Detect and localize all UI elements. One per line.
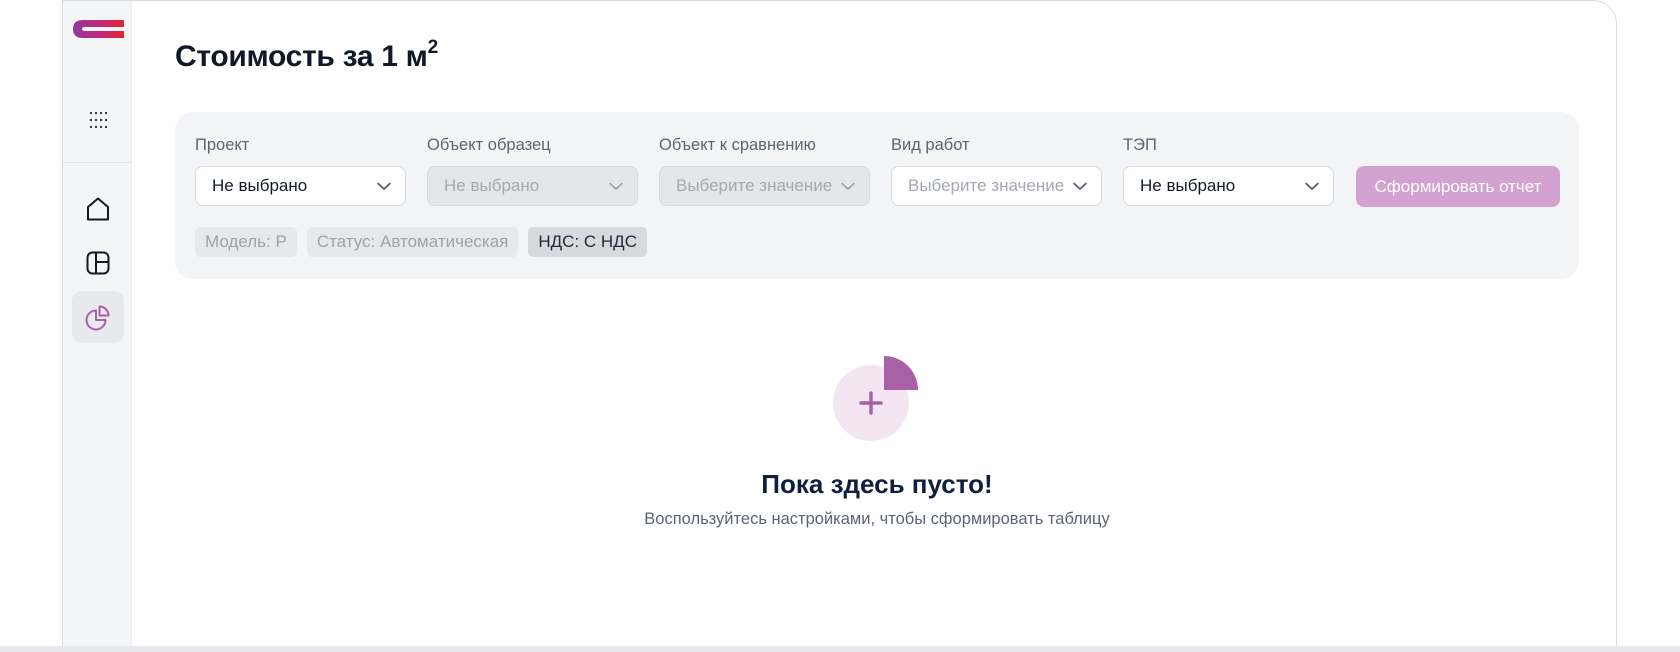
page-title-text: Стоимость за 1 м: [175, 40, 428, 73]
tag-vat[interactable]: НДС: С НДС: [528, 227, 647, 257]
filter-tep: ТЭП Не выбрано: [1123, 134, 1334, 206]
filter-compare-object-select[interactable]: Выберите значение: [659, 166, 870, 206]
sidebar: [63, 1, 132, 651]
filter-project-value: Не выбрано: [212, 176, 308, 195]
empty-state: Пока здесь пусто! Воспользуйтесь настрой…: [175, 351, 1579, 529]
filter-work-type-label: Вид работ: [891, 136, 970, 154]
generate-report-button[interactable]: Сформировать отчет: [1356, 166, 1560, 207]
main-content: Стоимость за 1 м2 Проект Не выбрано Объе…: [132, 1, 1616, 651]
page-title-superscript: 2: [427, 37, 439, 58]
filter-tep-label: ТЭП: [1123, 136, 1157, 154]
filter-sample-object: Объект образец Не выбрано: [427, 134, 638, 206]
filter-tep-select[interactable]: Не выбрано: [1123, 166, 1334, 206]
filter-tep-value: Не выбрано: [1140, 176, 1236, 195]
filter-work-type-value: Выберите значение: [908, 176, 1065, 195]
filter-sample-object-label: Объект образец: [427, 136, 551, 154]
filter-compare-object: Объект к сравнению Выберите значение: [659, 134, 870, 206]
sidebar-divider: [63, 162, 132, 163]
empty-state-title: Пока здесь пусто!: [761, 469, 993, 499]
empty-state-subtitle: Воспользуйтесь настройками, чтобы сформи…: [644, 510, 1110, 528]
filter-project-select[interactable]: Не выбрано: [195, 166, 406, 206]
filter-project-label: Проект: [195, 136, 250, 154]
chevron-down-icon: [609, 182, 623, 190]
chevron-down-icon: [1073, 182, 1087, 190]
chevron-down-icon: [377, 182, 391, 190]
filter-sample-object-select[interactable]: Не выбрано: [427, 166, 638, 206]
page-title: Стоимость за 1 м2: [175, 37, 439, 74]
layout-icon: [86, 251, 110, 275]
sidebar-item-home[interactable]: [72, 183, 124, 235]
filter-panel: Проект Не выбрано Объект образец Не выбр…: [175, 112, 1579, 279]
sidebar-item-layout[interactable]: [72, 237, 124, 289]
filter-compare-object-value: Выберите значение: [676, 176, 833, 195]
empty-chart-illustration-icon: [833, 356, 918, 441]
bottom-edge: [0, 646, 1680, 652]
filter-tags: Модель: Р Статус: Автоматическая НДС: С …: [195, 227, 647, 257]
home-icon: [87, 197, 109, 221]
sidebar-item-analytics[interactable]: [72, 291, 124, 343]
grid-dots-icon: [89, 111, 107, 129]
filter-work-type: Вид работ Выберите значение: [891, 134, 1102, 206]
apps-menu-button[interactable]: [77, 99, 119, 141]
pie-chart-icon: [85, 305, 110, 331]
filter-work-type-select[interactable]: Выберите значение: [891, 166, 1102, 206]
filter-project: Проект Не выбрано: [195, 134, 406, 206]
brand-logo[interactable]: [72, 18, 124, 40]
chevron-down-icon: [841, 182, 855, 190]
app-window: Стоимость за 1 м2 Проект Не выбрано Объе…: [62, 0, 1617, 652]
filter-compare-object-label: Объект к сравнению: [659, 136, 816, 154]
tag-model[interactable]: Модель: Р: [195, 227, 297, 257]
filter-sample-object-value: Не выбрано: [444, 176, 540, 195]
tag-status[interactable]: Статус: Автоматическая: [306, 227, 519, 257]
chevron-down-icon: [1305, 182, 1319, 190]
